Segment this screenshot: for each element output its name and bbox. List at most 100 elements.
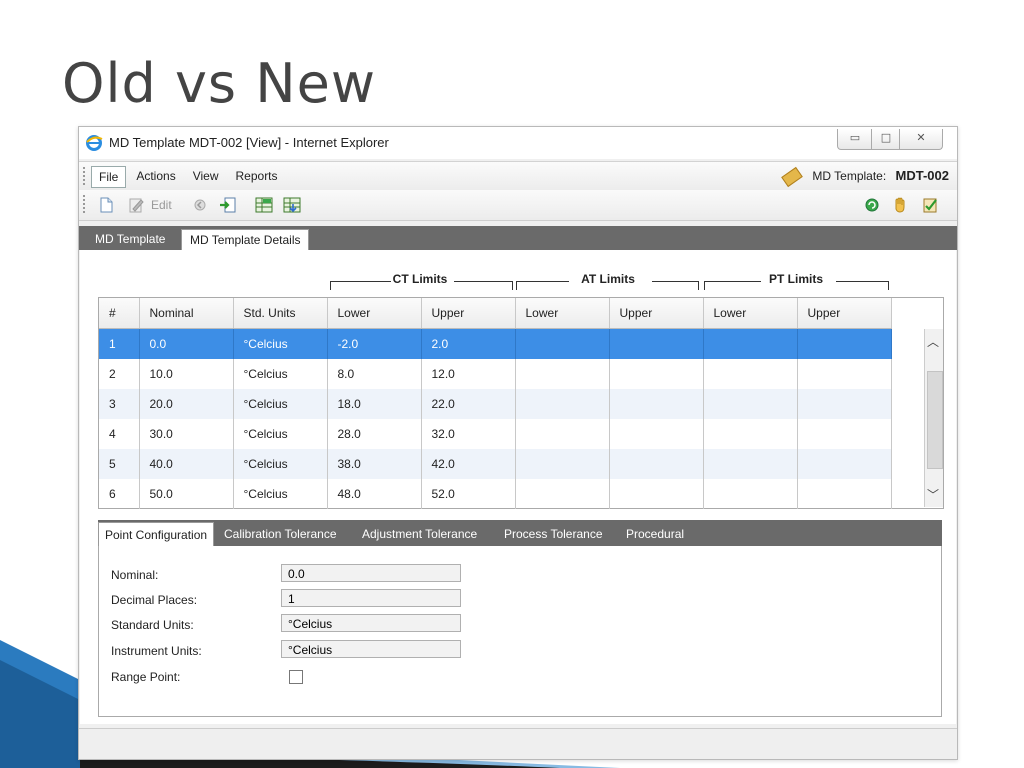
table-row[interactable]: 6 50.0 °Celcius 48.0 52.0 [99, 479, 892, 509]
table-cell[interactable]: 8.0 [327, 359, 422, 389]
col-header-std-units[interactable]: Std. Units [233, 298, 328, 329]
table-cell[interactable]: 28.0 [327, 419, 422, 449]
table-row[interactable]: 4 30.0 °Celcius 28.0 32.0 [99, 419, 892, 449]
grid-export-icon[interactable] [283, 196, 301, 214]
table-cell[interactable]: 18.0 [327, 389, 422, 419]
back-icon[interactable] [191, 196, 209, 214]
table-cell[interactable] [703, 479, 798, 509]
menu-view[interactable]: View [186, 166, 226, 188]
table-cell[interactable] [703, 449, 798, 479]
col-header-at-lower[interactable]: Lower [515, 298, 610, 329]
col-header-pt-upper[interactable]: Upper [797, 298, 892, 329]
table-cell[interactable] [609, 419, 704, 449]
table-cell[interactable]: 40.0 [139, 449, 234, 479]
table-cell[interactable] [703, 419, 798, 449]
table-cell[interactable]: 32.0 [421, 419, 516, 449]
tab-md-template[interactable]: MD Template [87, 229, 173, 250]
tab-procedural[interactable]: Procedural [620, 522, 690, 546]
table-cell[interactable] [797, 328, 892, 359]
table-cell[interactable]: 52.0 [421, 479, 516, 509]
table-cell[interactable]: 10.0 [139, 359, 234, 389]
table-cell[interactable]: 2.0 [421, 328, 516, 359]
table-cell[interactable]: 6 [99, 479, 140, 509]
col-header-index[interactable]: # [99, 298, 140, 329]
table-cell[interactable] [797, 479, 892, 509]
hand-icon[interactable] [891, 196, 909, 214]
table-cell[interactable] [515, 359, 610, 389]
table-cell[interactable]: °Celcius [233, 449, 328, 479]
table-cell[interactable] [515, 449, 610, 479]
scroll-down-icon[interactable]: ﹀ [927, 486, 939, 503]
refresh-icon[interactable] [863, 196, 881, 214]
menu-actions[interactable]: Actions [129, 166, 182, 188]
table-row[interactable]: 2 10.0 °Celcius 8.0 12.0 [99, 359, 892, 389]
col-header-ct-upper[interactable]: Upper [421, 298, 516, 329]
range-point-checkbox[interactable] [289, 670, 303, 684]
table-cell[interactable] [515, 479, 610, 509]
table-cell[interactable] [797, 449, 892, 479]
table-cell[interactable] [515, 419, 610, 449]
table-cell[interactable] [609, 389, 704, 419]
minimize-button[interactable]: ▭ [837, 129, 873, 150]
maximize-button[interactable]: □ [871, 129, 901, 150]
table-cell[interactable]: 22.0 [421, 389, 516, 419]
close-button[interactable]: ✕ [899, 129, 943, 150]
table-cell[interactable] [515, 389, 610, 419]
table-cell[interactable]: 4 [99, 419, 140, 449]
table-row[interactable]: 3 20.0 °Celcius 18.0 22.0 [99, 389, 892, 419]
table-cell[interactable] [703, 328, 798, 359]
decimal-places-field[interactable]: 1 [281, 589, 461, 607]
table-cell[interactable] [703, 389, 798, 419]
col-header-nominal[interactable]: Nominal [139, 298, 234, 329]
table-cell[interactable]: °Celcius [233, 389, 328, 419]
table-cell[interactable]: 0.0 [139, 328, 234, 359]
table-cell[interactable] [515, 328, 610, 359]
menu-reports[interactable]: Reports [229, 166, 285, 188]
table-cell[interactable]: 1 [99, 328, 140, 359]
nominal-field[interactable]: 0.0 [281, 564, 461, 582]
table-cell[interactable]: °Celcius [233, 419, 328, 449]
table-cell[interactable] [609, 359, 704, 389]
table-row[interactable]: 5 40.0 °Celcius 38.0 42.0 [99, 449, 892, 479]
edit-icon[interactable] [127, 196, 145, 214]
col-header-ct-lower[interactable]: Lower [327, 298, 422, 329]
table-row[interactable]: 1 0.0 °Celcius -2.0 2.0 [99, 328, 892, 359]
table-cell[interactable]: 5 [99, 449, 140, 479]
table-cell[interactable] [797, 419, 892, 449]
table-cell[interactable] [609, 479, 704, 509]
tab-point-configuration[interactable]: Point Configuration [98, 522, 215, 547]
table-cell[interactable] [797, 359, 892, 389]
instrument-units-field[interactable]: °Celcius [281, 640, 461, 658]
table-cell[interactable]: 12.0 [421, 359, 516, 389]
table-cell[interactable] [797, 389, 892, 419]
table-cell[interactable]: 20.0 [139, 389, 234, 419]
grid-scrollbar[interactable]: ︿ ﹀ [924, 329, 943, 507]
table-cell[interactable]: °Celcius [233, 328, 328, 359]
table-cell[interactable]: 38.0 [327, 449, 422, 479]
edit-button-label[interactable]: Edit [151, 198, 172, 212]
tab-adjustment-tolerance[interactable]: Adjustment Tolerance [356, 522, 483, 546]
table-cell[interactable] [609, 328, 704, 359]
export-icon[interactable] [219, 196, 237, 214]
table-cell[interactable]: °Celcius [233, 479, 328, 509]
col-header-pt-lower[interactable]: Lower [703, 298, 798, 329]
scroll-up-icon[interactable]: ︿ [927, 333, 939, 350]
tab-calibration-tolerance[interactable]: Calibration Tolerance [218, 522, 343, 546]
tab-md-template-details[interactable]: MD Template Details [181, 229, 310, 251]
standard-units-field[interactable]: °Celcius [281, 614, 461, 632]
grid-add-icon[interactable] [255, 196, 273, 214]
table-cell[interactable]: -2.0 [327, 328, 422, 359]
table-cell[interactable]: 3 [99, 389, 140, 419]
table-cell[interactable] [703, 359, 798, 389]
table-cell[interactable]: 42.0 [421, 449, 516, 479]
table-cell[interactable]: 2 [99, 359, 140, 389]
new-document-icon[interactable] [97, 196, 115, 214]
tab-process-tolerance[interactable]: Process Tolerance [498, 522, 609, 546]
menu-file[interactable]: File [91, 166, 127, 188]
table-cell[interactable] [609, 449, 704, 479]
scroll-thumb[interactable] [927, 371, 943, 469]
table-cell[interactable]: 30.0 [139, 419, 234, 449]
col-header-at-upper[interactable]: Upper [609, 298, 704, 329]
table-cell[interactable]: °Celcius [233, 359, 328, 389]
table-cell[interactable]: 50.0 [139, 479, 234, 509]
